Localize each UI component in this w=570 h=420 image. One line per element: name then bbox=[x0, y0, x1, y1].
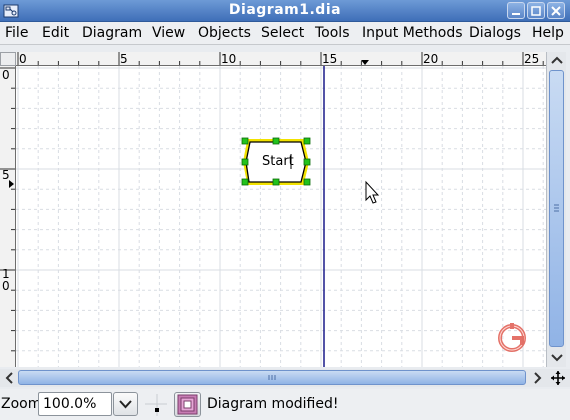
grip-icon bbox=[268, 375, 276, 380]
resize-handle[interactable] bbox=[303, 137, 311, 145]
menu-select[interactable]: Select bbox=[261, 25, 304, 41]
status-bar: Zoom Diagram modified! bbox=[0, 389, 570, 420]
scroll-left-icon[interactable] bbox=[2, 370, 18, 386]
resize-handle[interactable] bbox=[303, 158, 311, 166]
resize-handle[interactable] bbox=[272, 178, 280, 186]
vruler-label: 5 bbox=[2, 168, 10, 182]
maximize-icon bbox=[531, 6, 541, 16]
resize-handle[interactable] bbox=[241, 137, 249, 145]
hruler-label: 5 bbox=[120, 52, 128, 66]
hruler-label: 20 bbox=[423, 52, 438, 66]
diagram-canvas[interactable]: Start bbox=[16, 66, 546, 367]
snap-grid-icon bbox=[145, 394, 167, 416]
menu-view[interactable]: View bbox=[152, 25, 185, 41]
menu-bar: File Edit Diagram View Objects Select To… bbox=[0, 22, 570, 45]
navigation-icon[interactable] bbox=[550, 370, 566, 386]
hruler-label: 15 bbox=[322, 52, 337, 66]
snap-to-grid-toggle[interactable] bbox=[145, 392, 169, 417]
grip-icon bbox=[554, 204, 559, 212]
close-icon bbox=[551, 6, 561, 16]
vruler-label: 0 bbox=[2, 68, 10, 82]
window-title: Diagram1.dia bbox=[228, 2, 342, 18]
magnetism-icon bbox=[177, 394, 198, 415]
ruler-corner bbox=[0, 52, 16, 66]
scroll-down-icon[interactable] bbox=[549, 350, 565, 366]
zoom-dropdown-button[interactable] bbox=[113, 392, 138, 416]
zoom-label: Zoom bbox=[1, 396, 42, 412]
mainpoint-magnetism-toggle[interactable] bbox=[174, 392, 201, 417]
horizontal-ruler: 0 5 10 15 20 25 bbox=[16, 52, 546, 66]
vruler-label: 0 bbox=[2, 279, 10, 293]
chevron-down-icon bbox=[119, 400, 132, 409]
zoom-input[interactable] bbox=[38, 392, 112, 416]
title-bar: Diagram1.dia bbox=[0, 0, 570, 22]
vertical-ruler-ticks: 0 5 1 0 bbox=[0, 67, 15, 352]
horizontal-scrollbar[interactable] bbox=[0, 369, 570, 387]
menu-file[interactable]: File bbox=[5, 25, 28, 41]
menu-dialogs[interactable]: Dialogs bbox=[469, 25, 521, 41]
resize-handle[interactable] bbox=[241, 178, 249, 186]
hruler-label: 10 bbox=[221, 52, 236, 66]
vertical-ruler: 0 5 1 0 bbox=[0, 66, 16, 367]
menu-objects[interactable]: Objects bbox=[198, 25, 251, 41]
horizontal-scroll-thumb[interactable] bbox=[18, 370, 526, 385]
minimize-icon bbox=[512, 13, 520, 15]
shape-text[interactable]: Start bbox=[262, 154, 294, 169]
status-message: Diagram modified! bbox=[207, 396, 339, 412]
menu-edit[interactable]: Edit bbox=[42, 25, 69, 41]
menu-help[interactable]: Help bbox=[532, 25, 564, 41]
menu-input-methods[interactable]: Input Methods bbox=[362, 25, 463, 41]
menu-tools[interactable]: Tools bbox=[315, 25, 350, 41]
resize-handle[interactable] bbox=[241, 158, 249, 166]
hruler-label: 25 bbox=[524, 52, 539, 66]
vertical-scrollbar[interactable] bbox=[546, 52, 566, 367]
menu-diagram[interactable]: Diagram bbox=[82, 25, 142, 41]
hruler-label: 0 bbox=[19, 52, 27, 66]
dia-logo-icon bbox=[498, 323, 526, 352]
scroll-up-icon[interactable] bbox=[549, 53, 565, 69]
canvas-grid: Start bbox=[16, 66, 546, 367]
ruler-position-marker bbox=[361, 60, 369, 65]
resize-handle[interactable] bbox=[303, 178, 311, 186]
scroll-right-icon[interactable] bbox=[529, 370, 545, 386]
close-button[interactable] bbox=[547, 2, 565, 19]
ruler-position-marker bbox=[9, 180, 14, 188]
mouse-pointer-icon bbox=[365, 180, 380, 204]
resize-handle[interactable] bbox=[272, 137, 280, 145]
horizontal-ruler-ticks: 0 5 10 15 20 25 bbox=[17, 52, 544, 66]
vertical-scroll-thumb[interactable] bbox=[549, 70, 564, 347]
maximize-button[interactable] bbox=[527, 2, 545, 19]
start-shape[interactable]: Start bbox=[241, 137, 311, 186]
minimize-button[interactable] bbox=[507, 2, 525, 19]
